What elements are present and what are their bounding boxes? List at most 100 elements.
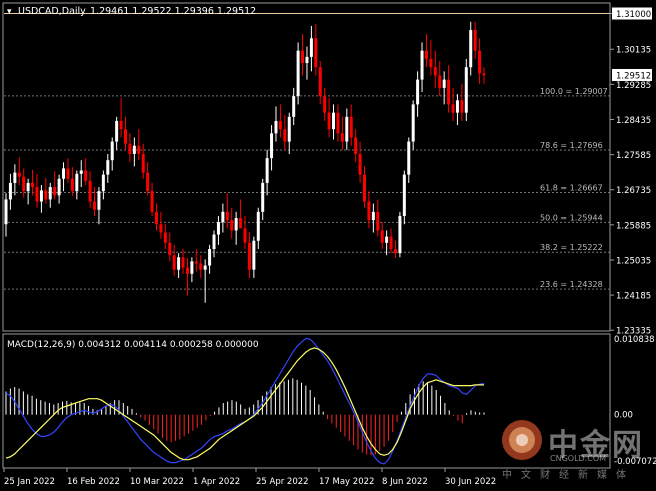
candle-body[interactable]: [328, 113, 331, 130]
candle-body[interactable]: [213, 235, 216, 249]
candle-body[interactable]: [270, 133, 273, 158]
candle-body[interactable]: [359, 154, 362, 175]
candle-body[interactable]: [336, 113, 339, 134]
candle-body[interactable]: [97, 191, 100, 210]
candle-body[interactable]: [412, 104, 415, 141]
candle-body[interactable]: [44, 190, 47, 199]
candle-body[interactable]: [146, 173, 149, 192]
candle-body[interactable]: [124, 129, 127, 143]
candle-body[interactable]: [469, 30, 472, 67]
candle-body[interactable]: [111, 142, 114, 161]
candle-body[interactable]: [235, 218, 238, 230]
candle-body[interactable]: [142, 154, 145, 173]
candle-body[interactable]: [407, 142, 410, 175]
candle-body[interactable]: [460, 100, 463, 112]
candle-body[interactable]: [18, 173, 21, 177]
candle-body[interactable]: [301, 51, 304, 63]
candle-body[interactable]: [292, 96, 295, 117]
candle-body[interactable]: [478, 51, 481, 74]
candle-body[interactable]: [266, 158, 269, 183]
candle-body[interactable]: [341, 133, 344, 141]
candle-body[interactable]: [398, 216, 401, 253]
candle-body[interactable]: [177, 257, 180, 269]
candle-body[interactable]: [465, 67, 468, 112]
candle-body[interactable]: [297, 51, 300, 96]
candle-body[interactable]: [244, 228, 247, 242]
candle-body[interactable]: [221, 212, 224, 222]
candle-body[interactable]: [75, 174, 78, 191]
candle-body[interactable]: [394, 249, 397, 253]
candle-body[interactable]: [261, 183, 264, 212]
candle-body[interactable]: [208, 249, 211, 266]
candle-body[interactable]: [49, 187, 52, 199]
candle-body[interactable]: [390, 237, 393, 249]
candle-body[interactable]: [230, 220, 233, 230]
candle-body[interactable]: [199, 263, 202, 269]
candle-body[interactable]: [279, 121, 282, 129]
candle-body[interactable]: [155, 212, 158, 224]
candle-body[interactable]: [350, 117, 353, 138]
candle-body[interactable]: [425, 51, 428, 59]
candle-body[interactable]: [71, 179, 74, 191]
candle-body[interactable]: [168, 243, 171, 255]
candle-body[interactable]: [447, 80, 450, 105]
candle-body[interactable]: [248, 243, 251, 270]
candle-body[interactable]: [257, 212, 260, 241]
candle-body[interactable]: [323, 96, 326, 113]
candle-body[interactable]: [381, 230, 384, 242]
candle-body[interactable]: [35, 187, 38, 201]
candle-body[interactable]: [137, 146, 140, 154]
candle-body[interactable]: [403, 175, 406, 216]
candle-body[interactable]: [474, 30, 477, 51]
candle-body[interactable]: [226, 212, 229, 220]
candle-body[interactable]: [314, 38, 317, 67]
candle-body[interactable]: [354, 137, 357, 154]
candle-body[interactable]: [27, 183, 30, 191]
candle-body[interactable]: [93, 202, 96, 210]
candle-body[interactable]: [66, 168, 69, 178]
candle-body[interactable]: [13, 173, 16, 183]
candle-body[interactable]: [58, 179, 61, 196]
candle-body[interactable]: [173, 255, 176, 269]
candle-body[interactable]: [186, 268, 189, 274]
candle-body[interactable]: [151, 191, 154, 212]
candle-body[interactable]: [274, 121, 277, 133]
candle-body[interactable]: [363, 175, 366, 202]
candle-body[interactable]: [40, 190, 43, 201]
candle-body[interactable]: [283, 129, 286, 141]
candle-body[interactable]: [106, 160, 109, 174]
candle-body[interactable]: [190, 261, 193, 273]
candle-body[interactable]: [456, 100, 459, 112]
candle-body[interactable]: [217, 222, 220, 234]
candle-body[interactable]: [204, 266, 207, 270]
candle-body[interactable]: [372, 212, 375, 220]
candle-body[interactable]: [483, 73, 486, 75]
candle-body[interactable]: [367, 202, 370, 221]
candle-body[interactable]: [53, 187, 56, 195]
candle-body[interactable]: [62, 168, 65, 178]
candle-body[interactable]: [102, 175, 105, 192]
candle-body[interactable]: [288, 117, 291, 142]
candle-body[interactable]: [376, 212, 379, 231]
candle-body[interactable]: [195, 261, 198, 263]
candle-body[interactable]: [84, 171, 87, 181]
candle-body[interactable]: [434, 67, 437, 75]
candle-body[interactable]: [159, 224, 162, 232]
candle-body[interactable]: [421, 51, 424, 80]
candle-body[interactable]: [305, 57, 308, 63]
candle-body[interactable]: [438, 75, 441, 87]
candle-body[interactable]: [80, 171, 83, 174]
candle-body[interactable]: [319, 67, 322, 96]
candle-body[interactable]: [182, 257, 185, 267]
candle-body[interactable]: [31, 183, 34, 187]
candle-body[interactable]: [164, 232, 167, 242]
candle-body[interactable]: [128, 144, 131, 154]
candle-body[interactable]: [310, 38, 313, 57]
candle-body[interactable]: [239, 218, 242, 228]
candle-body[interactable]: [22, 177, 25, 191]
candle-body[interactable]: [443, 80, 446, 88]
candle-body[interactable]: [115, 121, 118, 142]
candle-body[interactable]: [332, 113, 335, 130]
candle-body[interactable]: [345, 117, 348, 142]
candle-body[interactable]: [385, 237, 388, 243]
